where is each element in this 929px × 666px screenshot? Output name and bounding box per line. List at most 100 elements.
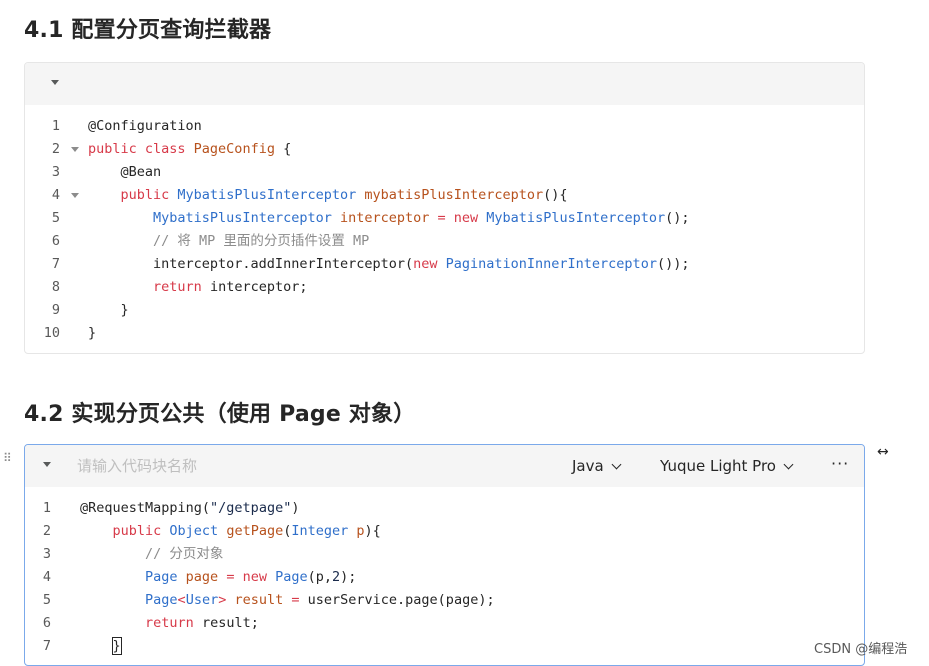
code-block-page-config[interactable]: 1 @Configuration 2 public class PageConfig … — [24, 62, 865, 354]
line-number: 2 — [51, 141, 60, 157]
fold-toggle-icon[interactable] — [71, 193, 79, 198]
code-token: return — [145, 615, 202, 631]
theme-select[interactable]: Yuque Light Pro — [660, 445, 794, 487]
line-number: 10 — [43, 325, 60, 341]
code-token: public — [112, 523, 170, 539]
line-number: 3 — [42, 546, 51, 562]
code-token: (p, — [307, 569, 332, 585]
code-token: 2 — [332, 569, 341, 585]
code-block-name-input[interactable]: 请输入代码块名称 — [77, 445, 197, 487]
code-text: interceptor.addInnerInterceptor(new Pagi… — [88, 253, 689, 276]
code-line[interactable]: 4 public MybatisPlusInterceptor mybatisP… — [25, 184, 864, 207]
text-cursor: } — [111, 637, 122, 655]
code-text: public class PageConfig { — [88, 138, 291, 161]
line-number: 4 — [42, 569, 51, 585]
code-token: getPage — [226, 523, 284, 539]
code-token: interceptor; — [209, 279, 308, 295]
code-area[interactable]: 1 @RequestMapping("/getpage") 2 public Obj… — [25, 487, 864, 665]
code-text: MybatisPlusInterceptor interceptor = new… — [88, 207, 689, 230]
line-number: 5 — [42, 592, 51, 608]
code-token: = — [437, 210, 454, 226]
code-token: PaginationInnerInterceptor — [445, 256, 657, 272]
code-token: interceptor — [339, 210, 438, 226]
drag-handle-icon[interactable]: ⠿ — [3, 450, 13, 466]
code-text: } — [88, 322, 96, 345]
code-block-header — [25, 63, 864, 105]
code-text: @RequestMapping("/getpage") — [80, 497, 299, 520]
code-token: Page — [145, 569, 186, 585]
code-line[interactable]: 8 return interceptor; — [25, 276, 864, 299]
caret-down-icon[interactable] — [43, 462, 51, 467]
code-token: result — [234, 592, 292, 608]
code-token: } — [88, 325, 97, 341]
code-token: Object — [169, 523, 227, 539]
code-block-header: 请输入代码块名称 Java Yuque Light Pro ··· — [25, 445, 864, 487]
code-text: // 分页对象 — [80, 543, 223, 566]
code-line[interactable]: 7 interceptor.addInnerInterceptor(new Pa… — [25, 253, 864, 276]
code-line[interactable]: 3 @Bean — [25, 161, 864, 184]
code-token: new — [242, 569, 276, 585]
section-heading-4-1: 4.1 配置分页查询拦截器 — [24, 18, 272, 43]
language-label: Java — [572, 457, 604, 475]
code-token: = — [226, 569, 243, 585]
code-token: result; — [201, 615, 259, 631]
code-token: Integer — [291, 523, 357, 539]
code-token: MybatisPlusInterceptor — [486, 210, 666, 226]
code-line[interactable]: 10} — [25, 322, 864, 345]
code-line[interactable]: 3 // 分页对象 — [25, 543, 864, 566]
code-token: Page — [275, 569, 308, 585]
code-line[interactable]: 2 public class PageConfig { — [25, 138, 864, 161]
language-select[interactable]: Java — [572, 445, 622, 487]
code-text: // 将 MP 里面的分页插件设置 MP — [88, 230, 369, 253]
code-token: interceptor.addInnerInterceptor( — [88, 256, 414, 272]
line-number: 1 — [51, 118, 60, 134]
chevron-down-icon — [611, 459, 622, 470]
code-text: } — [88, 299, 129, 322]
line-number: 4 — [51, 187, 60, 203]
code-block-get-page[interactable]: 请输入代码块名称 Java Yuque Light Pro ··· 1 @Requ… — [24, 444, 865, 666]
code-line[interactable]: 7 } — [25, 635, 864, 658]
chevron-down-icon — [783, 459, 794, 470]
code-line[interactable]: 5 Page<User> result = userService.page(p… — [25, 589, 864, 612]
code-token: "/getpage" — [210, 500, 292, 516]
code-token: MybatisPlusInterceptor — [153, 210, 340, 226]
code-line[interactable]: 4 Page page = new Page(p,2); — [25, 566, 864, 589]
code-line[interactable]: 1 @RequestMapping("/getpage") — [25, 497, 864, 520]
code-token: = — [291, 592, 308, 608]
code-token: } — [88, 302, 129, 318]
code-token: ); — [340, 569, 357, 585]
line-number: 2 — [42, 523, 51, 539]
code-token: new — [413, 256, 446, 272]
more-options-icon[interactable]: ··· — [831, 445, 849, 487]
code-token: Page — [145, 592, 178, 608]
line-number: 5 — [51, 210, 60, 226]
code-token: public class — [88, 141, 194, 157]
code-line[interactable]: 1 @Configuration — [25, 115, 864, 138]
code-text: Page page = new Page(p,2); — [80, 566, 356, 589]
code-token: mybatisPlusInterceptor — [364, 187, 544, 203]
code-token: ()); — [656, 256, 690, 272]
code-line[interactable]: 6 return result; — [25, 612, 864, 635]
code-token: @Bean — [88, 164, 162, 180]
code-text: public MybatisPlusInterceptor mybatisPlu… — [88, 184, 568, 207]
caret-down-icon[interactable] — [51, 80, 59, 85]
fold-toggle-icon[interactable] — [71, 147, 79, 152]
code-token: @RequestMapping( — [80, 500, 211, 516]
code-token: userService.page(page); — [307, 592, 495, 608]
code-line[interactable]: 9 } — [25, 299, 864, 322]
watermark: CSDN @编程浩 — [814, 642, 908, 657]
line-number: 1 — [42, 500, 51, 516]
code-line[interactable]: 6 // 将 MP 里面的分页插件设置 MP — [25, 230, 864, 253]
code-line[interactable]: 2 public Object getPage(Integer p){ — [25, 520, 864, 543]
code-area[interactable]: 1 @Configuration 2 public class PageConfig … — [25, 105, 864, 353]
code-token: page — [185, 569, 227, 585]
code-line[interactable]: 5 MybatisPlusInterceptor interceptor = n… — [25, 207, 864, 230]
code-token: User — [185, 592, 219, 608]
code-token: // 将 MP 里面的分页插件设置 MP — [88, 233, 370, 249]
code-text: @Configuration — [88, 115, 202, 138]
expand-width-icon[interactable]: ↔ — [877, 444, 889, 460]
